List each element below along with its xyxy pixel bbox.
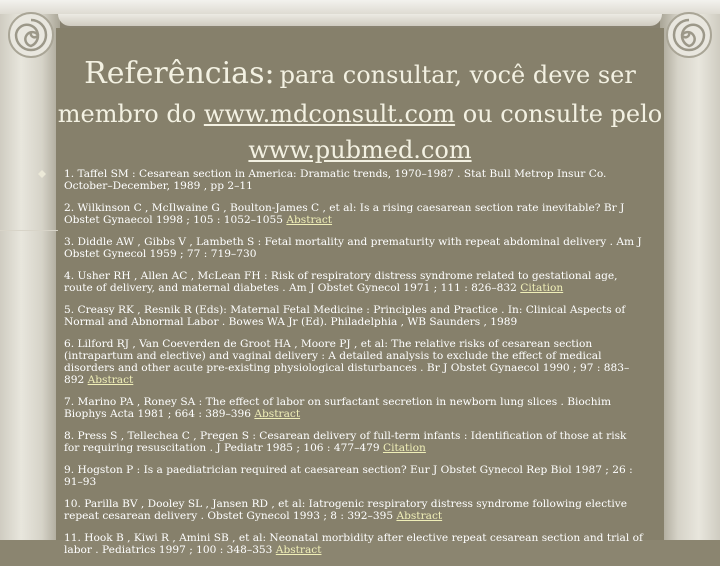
citation-link[interactable]: Citation [520,282,563,294]
abstract-link[interactable]: Abstract [286,214,332,226]
pubmed-link[interactable]: www.pubmed.com [248,136,471,164]
reference-item: 6. Lilford RJ , Van Coeverden de Groot H… [64,338,644,386]
reference-text: 10. Parilla BV , Dooley SL , Jansen RD ,… [64,498,628,522]
mdconsult-link[interactable]: www.mdconsult.com [204,100,455,128]
title-line2-post: ou consulte pelo [462,100,663,128]
reference-item: 10. Parilla BV , Dooley SL , Jansen RD ,… [64,498,644,522]
abstract-link[interactable]: Abstract [88,374,134,386]
reference-item: 3. Diddle AW , Gibbs V , Lambeth S : Fet… [64,236,644,260]
citation-link[interactable]: Citation [383,442,426,454]
slide-background: Referências: para consultar, você deve s… [0,0,720,556]
reference-item: 5. Creasy RK , Resnik R (Eds): Maternal … [64,304,644,328]
title-line1-rest: para consultar, você deve ser [279,61,636,89]
left-divider-line [0,230,58,231]
reference-text: 3. Diddle AW , Gibbs V , Lambeth S : Fet… [64,236,642,260]
top-border-decoration [0,0,720,14]
reference-item: 9. Hogston P : Is a paediatrician requir… [64,464,644,488]
reference-item: 7. Marino PA , Roney SA : The effect of … [64,396,644,420]
reference-text: 5. Creasy RK , Resnik R (Eds): Maternal … [64,304,626,328]
reference-text: 2. Wilkinson C , McIlwaine G , Boulton-J… [64,202,625,226]
abstract-link[interactable]: Abstract [254,408,300,420]
reference-item: 4. Usher RH , Allen AC , McLean FH : Ris… [64,270,644,294]
title-heading: Referências: [84,56,275,91]
scroll-ornament-right-icon [666,12,712,58]
reference-text: 9. Hogston P : Is a paediatrician requir… [64,464,633,488]
reference-text: 8. Press S , Tellechea C , Pregen S : Ce… [64,430,627,454]
reference-item: 8. Press S , Tellechea C , Pregen S : Ce… [64,430,644,454]
arch-decoration [58,14,662,26]
reference-text: 7. Marino PA , Roney SA : The effect of … [64,396,611,420]
slide-title: Referências: para consultar, você deve s… [40,56,680,168]
bullet-icon [38,170,46,178]
reference-text: 1. Taffel SM : Cesarean section in Ameri… [64,168,607,192]
reference-item: 11. Hook B , Kiwi R , Amini SB , et al: … [64,532,644,556]
abstract-link[interactable]: Abstract [396,510,442,522]
reference-list: 1. Taffel SM : Cesarean section in Ameri… [64,168,644,566]
reference-text: 6. Lilford RJ , Van Coeverden de Groot H… [64,338,630,386]
reference-text: 11. Hook B , Kiwi R , Amini SB , et al: … [64,532,643,556]
abstract-link[interactable]: Abstract [276,544,322,556]
scroll-ornament-left-icon [8,12,54,58]
reference-item: 1. Taffel SM : Cesarean section in Ameri… [64,168,644,192]
title-line2-pre: membro do [57,100,197,128]
reference-item: 2. Wilkinson C , McIlwaine G , Boulton-J… [64,202,644,226]
